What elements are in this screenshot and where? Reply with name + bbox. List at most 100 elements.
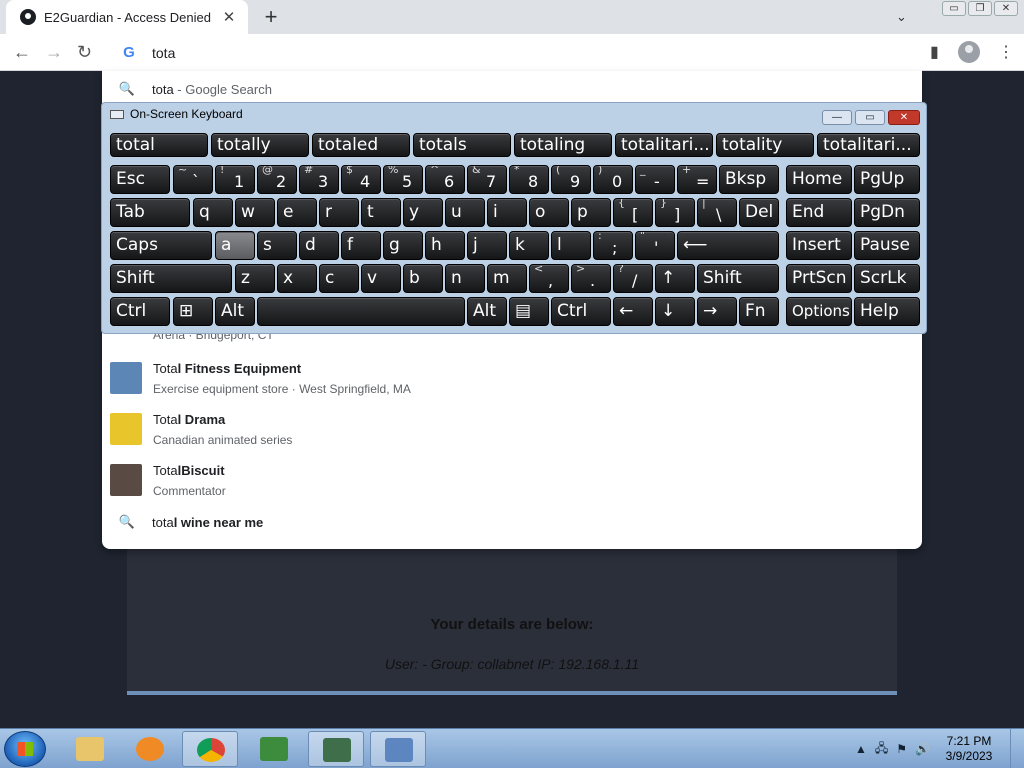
key-7[interactable]: & 7 [467, 165, 507, 194]
key-insert[interactable]: Insert [786, 231, 852, 260]
prediction-6[interactable]: totality [716, 133, 814, 157]
suggestion-item[interactable]: Total Drama Canadian animated series [102, 407, 922, 451]
close-tab-icon[interactable]: ✕ [220, 8, 238, 26]
key-symbol[interactable]: <, [529, 264, 569, 293]
key-j[interactable]: j [467, 231, 507, 260]
key-d[interactable]: d [299, 231, 339, 260]
taskbar-explorer[interactable] [62, 731, 118, 767]
key-ctrl[interactable]: Ctrl [551, 297, 611, 326]
profile-avatar[interactable] [958, 41, 980, 63]
suggestion-item[interactable]: TotalBiscuit Commentator [102, 458, 922, 502]
clock[interactable]: 7:21 PM 3/9/2023 [934, 734, 1004, 764]
key-3[interactable]: #3 [299, 165, 339, 194]
key-space[interactable] [257, 297, 465, 326]
key-symbol[interactable]: ↑ [655, 264, 695, 293]
key-scrlk[interactable]: ScrLk [854, 264, 920, 293]
key-symbol[interactable]: }] [655, 198, 695, 227]
restore-button[interactable]: ❐ [968, 1, 992, 16]
taskbar-media-player[interactable] [122, 731, 178, 767]
taskbar-chrome[interactable] [182, 731, 238, 767]
volume-icon[interactable]: 🔊 [915, 742, 930, 756]
key-t[interactable]: t [361, 198, 401, 227]
key-i[interactable]: i [487, 198, 527, 227]
prediction-0[interactable]: total [110, 133, 208, 157]
key-pgdn[interactable]: PgDn [854, 198, 920, 227]
key-home[interactable]: Home [786, 165, 852, 194]
key-symbol[interactable]: + = [677, 165, 717, 194]
key-symbol[interactable]: ~ ` [173, 165, 213, 194]
key-esc[interactable]: Esc [110, 165, 170, 194]
show-hidden-icons[interactable]: ▲ [855, 742, 867, 756]
key-tab[interactable]: Tab [110, 198, 190, 227]
back-icon[interactable]: ← [13, 42, 31, 63]
key-b[interactable]: b [403, 264, 443, 293]
menu-icon[interactable]: ⋮ [998, 42, 1014, 62]
key-u[interactable]: u [445, 198, 485, 227]
key-c[interactable]: c [319, 264, 359, 293]
key-a[interactable]: a [215, 231, 255, 260]
key-5[interactable]: % 5 [383, 165, 423, 194]
forward-icon[interactable]: → [45, 42, 63, 63]
key-symbol[interactable]: :; [593, 231, 633, 260]
key-symbol[interactable]: >. [571, 264, 611, 293]
start-button[interactable] [4, 731, 46, 767]
key-prtscn[interactable]: PrtScn [786, 264, 852, 293]
taskbar-csharp[interactable] [246, 731, 302, 767]
key-options[interactable]: Options [786, 297, 852, 326]
osk-maximize-button[interactable]: ▭ [855, 110, 885, 125]
prediction-4[interactable]: totaling [514, 133, 612, 157]
browser-tab[interactable]: E2Guardian - Access Denied ✕ [6, 0, 248, 34]
key-6[interactable]: ^ 6 [425, 165, 465, 194]
key-alt[interactable]: Alt [467, 297, 507, 326]
key-9[interactable]: (9 [551, 165, 591, 194]
key-v[interactable]: v [361, 264, 401, 293]
key-symbol[interactable]: ← [613, 297, 653, 326]
key-symbol[interactable]: ⟵ [677, 231, 779, 260]
key-caps[interactable]: Caps [110, 231, 212, 260]
key-z[interactable]: z [235, 264, 275, 293]
key-shift[interactable]: Shift [110, 264, 232, 293]
key-symbol[interactable]: ▤ [509, 297, 549, 326]
key-o[interactable]: o [529, 198, 569, 227]
key-g[interactable]: g [383, 231, 423, 260]
key-symbol[interactable]: _ - [635, 165, 675, 194]
osk-close-button[interactable]: ✕ [888, 110, 920, 125]
key-end[interactable]: End [786, 198, 852, 227]
key-symbol[interactable]: {[ [613, 198, 653, 227]
key-fn[interactable]: Fn [739, 297, 779, 326]
key-pause[interactable]: Pause [854, 231, 920, 260]
key-symbol[interactable]: | \ [697, 198, 737, 227]
key-s[interactable]: s [257, 231, 297, 260]
prediction-7[interactable]: totalitari... [817, 133, 920, 157]
key-alt[interactable]: Alt [215, 297, 255, 326]
suggestion-item[interactable]: 🔍 tota - Google Search [102, 77, 922, 101]
key-0[interactable]: ) 0 [593, 165, 633, 194]
key-symbol[interactable]: → [697, 297, 737, 326]
key-symbol[interactable]: ↓ [655, 297, 695, 326]
key-e[interactable]: e [277, 198, 317, 227]
tab-search-icon[interactable]: ⌄ [896, 9, 907, 25]
key-k[interactable]: k [509, 231, 549, 260]
key-4[interactable]: $4 [341, 165, 381, 194]
action-center-icon[interactable]: ⚑ [896, 742, 907, 756]
key-symbol[interactable]: " ' [635, 231, 675, 260]
osk-minimize-button[interactable]: — [822, 110, 852, 125]
key-m[interactable]: m [487, 264, 527, 293]
key-2[interactable]: @2 [257, 165, 297, 194]
key-pgup[interactable]: PgUp [854, 165, 920, 194]
prediction-5[interactable]: totalitari... [615, 133, 713, 157]
key-h[interactable]: h [425, 231, 465, 260]
key-p[interactable]: p [571, 198, 611, 227]
reload-icon[interactable]: ↻ [77, 42, 92, 63]
key-symbol[interactable]: ⊞ [173, 297, 213, 326]
show-desktop-button[interactable] [1010, 729, 1024, 768]
key-shift[interactable]: Shift [697, 264, 779, 293]
key-y[interactable]: y [403, 198, 443, 227]
key-1[interactable]: ! 1 [215, 165, 255, 194]
key-bksp[interactable]: Bksp [719, 165, 779, 194]
prediction-1[interactable]: totally [211, 133, 309, 157]
new-tab-button[interactable]: + [260, 4, 282, 30]
omnibox[interactable]: G tota [102, 34, 922, 71]
key-ctrl[interactable]: Ctrl [110, 297, 170, 326]
key-symbol[interactable]: ? / [613, 264, 653, 293]
